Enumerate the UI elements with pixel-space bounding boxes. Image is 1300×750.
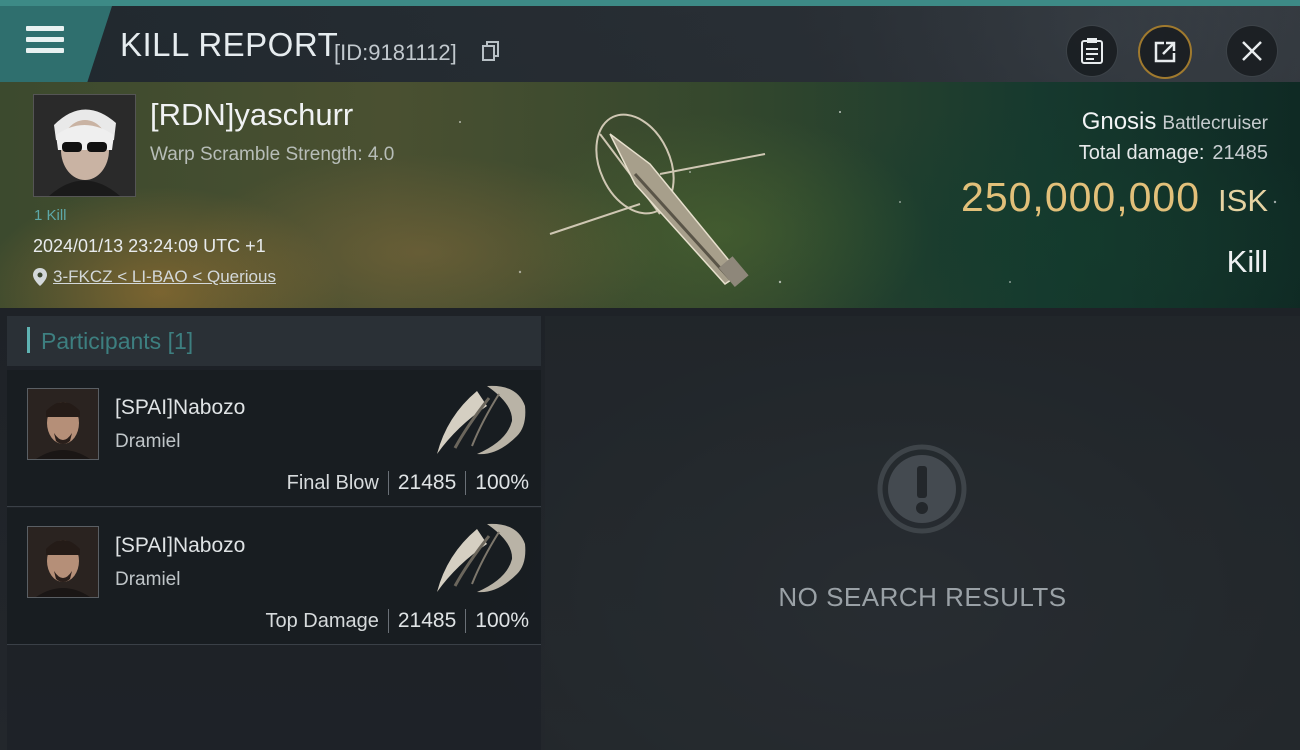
participants-header: Participants [1] — [7, 316, 541, 366]
location-pin-icon — [33, 268, 47, 286]
copy-icon[interactable] — [482, 41, 500, 61]
participant-percent: 100% — [475, 471, 529, 494]
ship-class: Battlecruiser — [1162, 113, 1268, 134]
participants-count: [1] — [167, 328, 194, 354]
location-text[interactable]: 3-FKCZ < LI-BAO < Querious — [53, 267, 276, 287]
stat-divider — [387, 471, 389, 495]
participant-ship[interactable]: Dramiel — [115, 569, 180, 591]
participant-percent: 100% — [475, 609, 529, 632]
stat-divider — [465, 471, 467, 495]
isk-value: 250,000,000 ISK — [961, 174, 1268, 221]
victim-ship: Gnosis Battlecruiser — [1082, 108, 1268, 136]
participant-ship-image[interactable] — [427, 514, 531, 594]
victim-name[interactable]: [RDN]yaschurr — [150, 97, 353, 133]
isk-amount: 250,000,000 — [961, 174, 1201, 220]
participant-name[interactable]: [SPAI]Nabozo — [115, 396, 245, 420]
share-button[interactable] — [1138, 25, 1192, 79]
menu-button[interactable] — [0, 6, 112, 82]
participants-panel: Participants [1] [SPAI]Nabozo Dramiel Fi… — [7, 316, 541, 750]
total-damage-value: 21485 — [1212, 142, 1268, 164]
warp-scramble-strength: Warp Scramble Strength: 4.0 — [150, 144, 395, 165]
clipboard-icon — [1081, 38, 1103, 64]
header-accent — [27, 327, 30, 353]
participant-ship[interactable]: Dramiel — [115, 431, 180, 453]
kill-datetime: 2024/01/13 23:24:09 UTC +1 — [33, 236, 266, 256]
isk-unit: ISK — [1218, 183, 1268, 218]
results-panel: NO SEARCH RESULTS — [545, 316, 1300, 750]
total-damage: Total damage: 21485 — [1079, 142, 1268, 165]
participant-damage: 21485 — [397, 471, 457, 494]
top-bar: KILL REPORT [ID:9181112] — [0, 6, 1300, 82]
menu-icon — [26, 26, 64, 59]
stat-divider — [387, 609, 389, 633]
kill-result: Kill — [1226, 244, 1268, 279]
participants-title: Participants [1] — [41, 328, 193, 355]
participant-name[interactable]: [SPAI]Nabozo — [115, 534, 245, 558]
participant-ship-image[interactable] — [427, 376, 531, 456]
page-title: KILL REPORT — [120, 26, 339, 63]
kills-count: 1 Kill — [34, 207, 67, 224]
share-icon — [1154, 41, 1176, 63]
participant-stats: Top Damage 21485 100% — [265, 609, 529, 633]
empty-state-message: NO SEARCH RESULTS — [778, 582, 1067, 612]
total-damage-label: Total damage: — [1078, 142, 1205, 164]
report-id: [ID:9181112] — [334, 40, 457, 65]
close-button[interactable] — [1226, 25, 1278, 77]
victim-ship-image[interactable] — [540, 94, 780, 294]
participant-row[interactable]: [SPAI]Nabozo Dramiel Final Blow 21485 10… — [7, 370, 541, 507]
location-link[interactable]: 3-FKCZ < LI-BAO < Querious — [33, 267, 276, 287]
participant-stats: Final Blow 21485 100% — [287, 471, 529, 495]
close-icon — [1242, 41, 1262, 61]
participant-row[interactable]: [SPAI]Nabozo Dramiel Top Damage 21485 10… — [7, 508, 541, 645]
participants-label: Participants — [41, 328, 162, 354]
stat-divider — [465, 609, 467, 633]
participant-portrait[interactable] — [27, 526, 99, 598]
victim-banner: [RDN]yaschurr Warp Scramble Strength: 4.… — [0, 82, 1300, 308]
victim-portrait[interactable] — [33, 94, 136, 197]
clipboard-button[interactable] — [1066, 25, 1118, 77]
ship-name[interactable]: Gnosis — [1082, 108, 1157, 135]
participant-tag: Final Blow — [286, 471, 379, 494]
participant-portrait[interactable] — [27, 388, 99, 460]
participant-tag: Top Damage — [265, 609, 379, 632]
participant-damage: 21485 — [397, 609, 457, 632]
alert-icon — [877, 444, 967, 534]
